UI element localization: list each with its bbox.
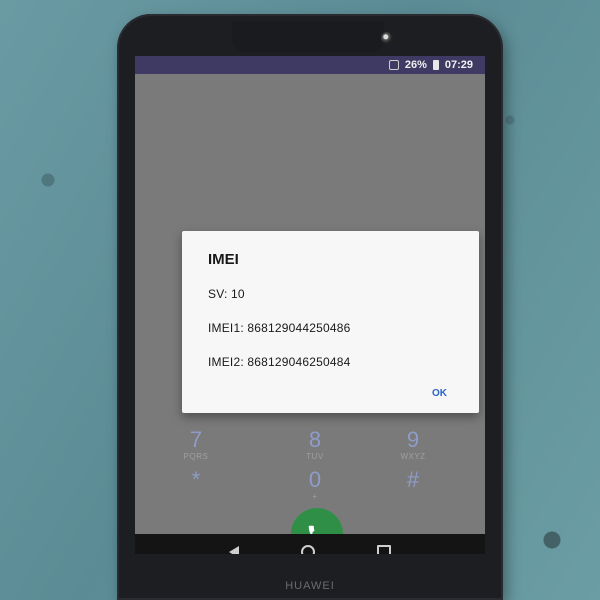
status-time: 07:29: [444, 59, 473, 71]
brand-logo: HUAWEI: [285, 580, 335, 592]
home-icon[interactable]: [301, 545, 315, 554]
notch: [232, 22, 384, 52]
dialpad-key-0[interactable]: 0 +: [285, 467, 345, 502]
phone-device: 26% 07:29 7 PQRS 8 TUV 9 WXYZ * 0 + # IM…: [117, 14, 503, 600]
key-digit: 9: [406, 427, 420, 452]
dialpad-key-star[interactable]: *: [166, 468, 226, 492]
key-digit: 8: [308, 427, 322, 452]
dialpad-key-7[interactable]: 7 PQRS: [166, 427, 226, 462]
key-letters: WXYZ: [400, 452, 426, 461]
key-digit: 7: [189, 427, 203, 452]
key-letters: +: [312, 492, 318, 501]
status-bar: 26% 07:29: [135, 56, 485, 74]
key-letters: PQRS: [183, 452, 209, 461]
dialpad-key-8[interactable]: 8 TUV: [285, 427, 345, 462]
dialog-title: IMEI: [208, 251, 239, 268]
navigation-bar: [135, 534, 485, 554]
imei-dialog: IMEI SV: 10 IMEI1: 868129044250486 IMEI2…: [182, 231, 479, 413]
key-digit: 0: [308, 467, 322, 492]
front-camera-icon: [381, 32, 393, 44]
phone-screen: 26% 07:29 7 PQRS 8 TUV 9 WXYZ * 0 + # IM…: [135, 56, 485, 554]
imei2-value: IMEI2: 868129046250484: [208, 355, 351, 369]
dialpad-key-hash[interactable]: #: [383, 468, 443, 492]
battery-icon: [432, 60, 439, 70]
imei1-value: IMEI1: 868129044250486: [208, 321, 351, 335]
software-version: SV: 10: [208, 287, 245, 301]
key-digit: #: [406, 467, 420, 492]
ok-button[interactable]: OK: [432, 388, 447, 399]
back-icon[interactable]: [229, 546, 239, 554]
recents-icon[interactable]: [377, 545, 391, 554]
key-digit: *: [191, 467, 201, 492]
sim-icon: [388, 60, 399, 70]
battery-percent: 26%: [404, 59, 427, 71]
key-letters: TUV: [306, 452, 324, 461]
dialpad-key-9[interactable]: 9 WXYZ: [383, 427, 443, 462]
